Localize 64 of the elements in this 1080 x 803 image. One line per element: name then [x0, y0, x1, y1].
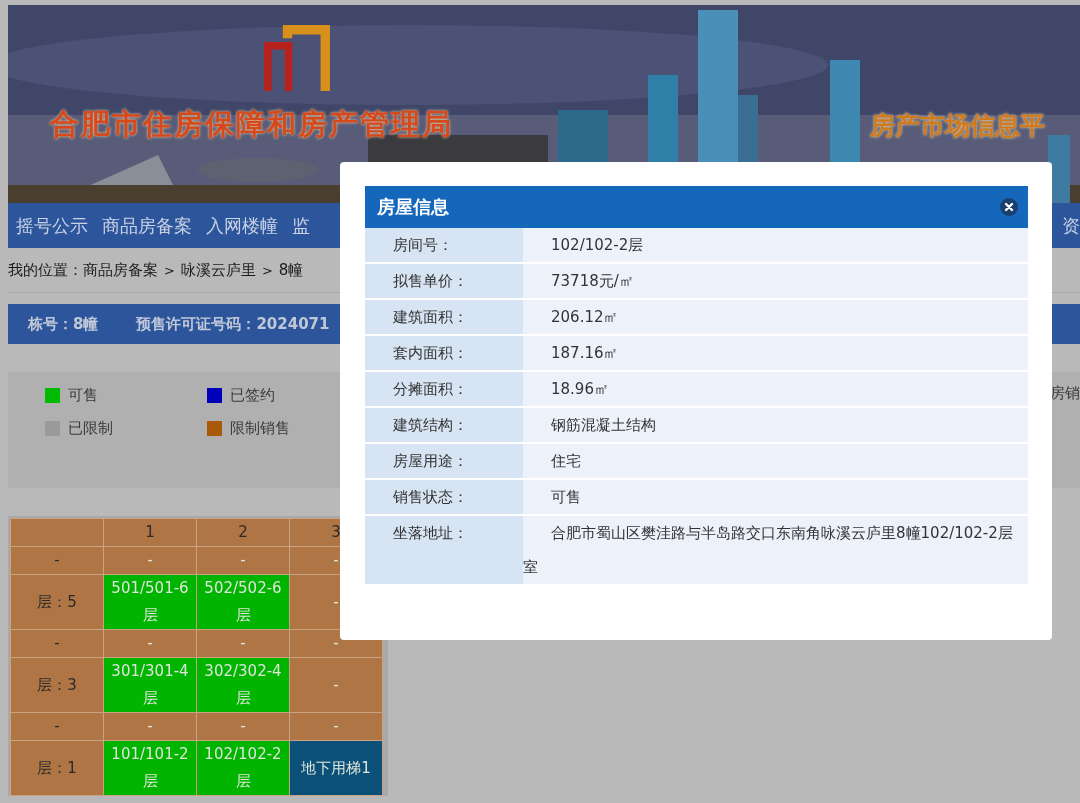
floor-cell: -	[10, 629, 104, 658]
column-header: 1	[103, 518, 197, 547]
unit-cell[interactable]: 101/101-2层	[103, 740, 197, 796]
banner-subtitle: 房产市场信息平	[870, 110, 1045, 142]
unit-cell[interactable]: -	[289, 712, 383, 741]
breadcrumb-label: 我的位置：	[8, 260, 83, 280]
unit-cell[interactable]: 501/501-6层	[103, 574, 197, 630]
breadcrumb-separator: >	[164, 262, 175, 278]
field-value: 206.12㎡	[551, 308, 619, 326]
field-label: 拟售单价：	[393, 272, 468, 290]
nav-link[interactable]: 商品房备案	[102, 213, 192, 238]
legend-label: 可售	[68, 386, 98, 405]
info-text: 预售许可证号码：2024071	[136, 314, 330, 334]
close-icon[interactable]	[1000, 198, 1018, 216]
field-value: 住宅	[551, 452, 581, 470]
logo-icon	[262, 25, 332, 91]
field-value: 73718元/㎡	[551, 272, 634, 290]
dialog-title: 房屋信息	[377, 195, 449, 219]
nav-link[interactable]: 入网楼幢	[206, 213, 278, 238]
breadcrumb-separator: >	[261, 262, 273, 278]
field-label: 坐落地址：	[393, 524, 468, 542]
unit-cell[interactable]: 地下用梯1	[289, 740, 383, 796]
legend-label: 房销	[1050, 384, 1080, 403]
field-label: 套内面积：	[393, 344, 468, 362]
unit-cell[interactable]: -	[289, 657, 383, 713]
unit-cell[interactable]: -	[103, 712, 197, 741]
field-value: 合肥市蜀山区樊洼路与半岛路交口东南角咏溪云庐里8幢102/102-2层室	[523, 524, 1013, 576]
unit-cell[interactable]: -	[196, 546, 290, 575]
field-value: 可售	[551, 488, 581, 506]
field-label: 销售状态：	[393, 488, 468, 506]
unit-cell[interactable]: 502/502-6层	[196, 574, 290, 630]
field-value: 18.96㎡	[551, 380, 609, 398]
field-label: 房间号：	[393, 236, 453, 254]
field-label: 分摊面积：	[393, 380, 468, 398]
nav-link[interactable]: 摇号公示	[16, 213, 88, 238]
unit-cell[interactable]: 302/302-4层	[196, 657, 290, 713]
floor-cell: 层：3	[10, 657, 104, 713]
field-label: 建筑面积：	[393, 308, 468, 326]
floor-cell: -	[10, 546, 104, 575]
field-label: 房屋用途：	[393, 452, 468, 470]
banner-title: 合肥市住房保障和房产管理局	[50, 106, 453, 143]
field-value: 187.16㎡	[551, 344, 619, 362]
unit-cell[interactable]: 301/301-4层	[103, 657, 197, 713]
field-label: 建筑结构：	[393, 416, 468, 434]
floor-cell: 层：5	[10, 574, 104, 630]
breadcrumb-link[interactable]: 8幢	[278, 260, 304, 280]
floor-cell: -	[10, 712, 104, 741]
breadcrumb-link[interactable]: 咏溪云庐里	[180, 260, 256, 280]
legend-label: 已签约	[230, 386, 275, 405]
unit-cell[interactable]: -	[196, 629, 290, 658]
info-text: 栋号：8幢	[28, 314, 99, 334]
field-value: 102/102-2层	[551, 236, 644, 254]
unit-cell[interactable]: -	[103, 629, 197, 658]
nav-link[interactable]: 资	[1062, 213, 1080, 238]
legend-label: 限制销售	[230, 419, 290, 438]
breadcrumb-link[interactable]: 商品房备案	[83, 260, 158, 280]
nav-link[interactable]: 监	[292, 213, 310, 238]
unit-cell[interactable]: -	[196, 712, 290, 741]
unit-cell[interactable]: -	[103, 546, 197, 575]
floor-cell: 层：1	[10, 740, 104, 796]
legend-label: 已限制	[68, 419, 113, 438]
column-header: 2	[196, 518, 290, 547]
unit-cell[interactable]: 102/102-2层	[196, 740, 290, 796]
field-value: 钢筋混凝土结构	[551, 416, 656, 434]
